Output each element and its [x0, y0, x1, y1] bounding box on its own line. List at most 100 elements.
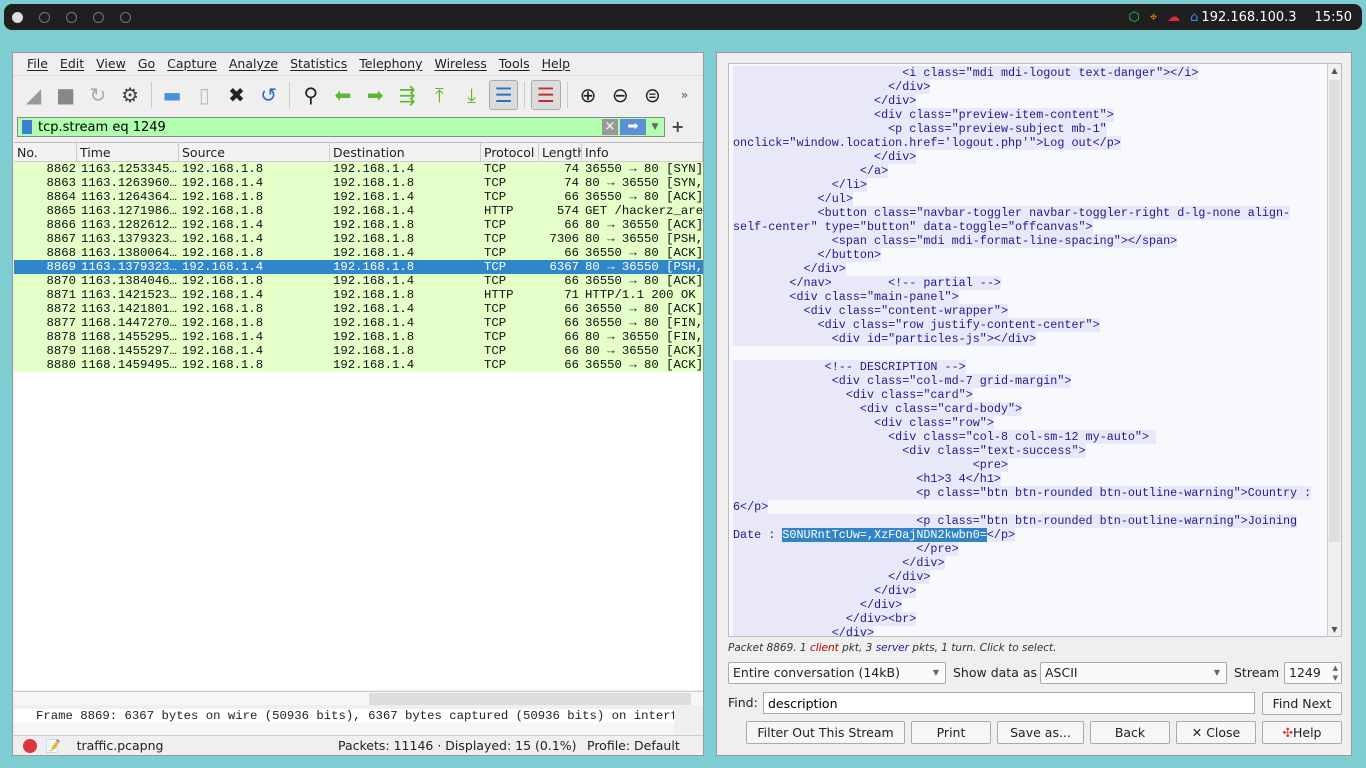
packet-row[interactable]: 8867 1163.1379323… 192.168.1.4 192.168.1.8 T… — [14, 232, 703, 246]
file-icon[interactable]: ▯ — [190, 80, 219, 110]
stream-number-spinner[interactable]: 1249 ▲ ▼ — [1284, 662, 1342, 684]
packet-row[interactable]: 8865 1163.1271986… 192.168.1.8 192.168.1.4 H… — [14, 204, 703, 218]
last-packet-icon[interactable]: ⤓ — [457, 80, 486, 110]
column-header-protocol[interactable]: Protocol — [481, 143, 539, 161]
menu-edit[interactable]: Edit — [54, 56, 90, 71]
menu-bar: File Edit View Go Capture Analyze Statistics Te… — [13, 53, 703, 73]
menu-view[interactable]: View — [90, 56, 132, 71]
save-as-button[interactable]: Save as... — [997, 721, 1084, 744]
edit-comment-icon[interactable]: 📝 — [45, 738, 61, 754]
profile[interactable]: Profile: Default — [587, 738, 680, 753]
apply-filter-icon[interactable]: ➡ — [620, 119, 646, 135]
cube-icon[interactable]: ⬡ — [1128, 10, 1139, 25]
scroll-down-icon[interactable]: ▼ — [1328, 625, 1341, 634]
menu-go[interactable]: Go — [132, 56, 161, 71]
stream-content[interactable]: <i class="mdi mdi-logout text-danger"></… — [728, 63, 1342, 637]
display-filter-input[interactable] — [38, 119, 602, 135]
packet-row[interactable]: 8872 1163.1421801… 192.168.1.8 192.168.1.4 T… — [14, 302, 703, 316]
packet-row[interactable]: 8866 1163.1282612… 192.168.1.4 192.168.1.8 T… — [14, 218, 703, 232]
help-button[interactable]: ✣Help — [1262, 721, 1342, 744]
autoscroll-icon[interactable]: ☰ — [489, 79, 519, 110]
shark-fin-start-icon[interactable]: ◢ — [19, 80, 48, 110]
forward-arrow-icon[interactable]: ➡ — [361, 80, 390, 110]
zoom-in-icon[interactable]: ⊕ — [573, 80, 602, 110]
cell-destination: 192.168.1.8 — [333, 218, 415, 232]
show-data-select[interactable]: ASCII ▼ — [1040, 662, 1227, 684]
status-bar: 📝 traffic.pcapng Packets: 11146 · Displa… — [13, 735, 703, 755]
packet-row[interactable]: 8863 1163.1263960… 192.168.1.4 192.168.1.8 T… — [14, 176, 703, 190]
find-input[interactable] — [763, 692, 1255, 714]
workspace-5[interactable] — [120, 12, 131, 23]
cell-destination: 192.168.1.8 — [333, 176, 415, 190]
crosshair-icon[interactable]: ⌖ — [1150, 10, 1157, 25]
reload-file-icon[interactable]: ↺ — [254, 80, 283, 110]
zoom-reset-icon[interactable]: ⊜ — [638, 80, 667, 110]
column-header-source[interactable]: Source — [179, 143, 330, 161]
back-arrow-icon[interactable]: ⬅ — [328, 80, 357, 110]
menu-statistics[interactable]: Statistics — [284, 56, 353, 71]
workspace-1[interactable] — [12, 12, 23, 23]
stop-icon[interactable]: ■ — [51, 80, 80, 110]
server-text: self-center" type="button" data-toggle="… — [733, 220, 1093, 234]
close-button[interactable]: ✕ Close — [1176, 721, 1256, 744]
packet-row[interactable]: 8878 1168.1455295… 192.168.1.4 192.168.1.8 T… — [14, 330, 703, 344]
colorize-icon[interactable]: ☰ — [531, 79, 561, 110]
packet-row[interactable]: 8862 1163.1253345… 192.168.1.8 192.168.1.4 T… — [14, 162, 703, 176]
packet-row[interactable]: 8879 1168.1455297… 192.168.1.4 192.168.1.8 T… — [14, 344, 703, 358]
cell-info: HTTP/1.1 200 OK — [585, 288, 696, 302]
close-file-icon[interactable]: ✖ — [222, 80, 251, 110]
stream-summary[interactable]: Packet 8869. 1 client pkt, 3 server pkts… — [728, 642, 1057, 654]
folder-icon[interactable]: ▬ — [158, 80, 187, 110]
expert-info-icon[interactable] — [23, 738, 37, 753]
goto-packet-icon[interactable]: ⇶ — [393, 80, 422, 110]
restart-icon[interactable]: ↻ — [83, 80, 112, 110]
selected-text: S0NURntTcUw=,XzFOajNDN2kwbn0= — [782, 528, 987, 542]
server-text: <pre> — [733, 458, 1008, 472]
column-header-length[interactable]: Length — [539, 143, 582, 161]
packet-detail-row[interactable]: Frame 8869: 6367 bytes on wire (50936 bi… — [14, 709, 674, 723]
workspace-3[interactable] — [66, 12, 77, 23]
print-button[interactable]: Print — [911, 721, 991, 744]
workspace-4[interactable] — [93, 12, 104, 23]
column-header-time[interactable]: Time — [77, 143, 179, 161]
menu-tools[interactable]: Tools — [493, 56, 536, 71]
packet-row[interactable]: 8868 1163.1380064… 192.168.1.8 192.168.1.4 T… — [14, 246, 703, 260]
clear-filter-icon[interactable]: × — [602, 119, 618, 135]
menu-wireless[interactable]: Wireless — [428, 56, 492, 71]
packet-row[interactable]: 8869 1163.1379323… 192.168.1.4 192.168.1.8 T… — [14, 260, 703, 274]
bookmark-icon[interactable] — [22, 120, 32, 134]
packet-row[interactable]: 8871 1163.1421523… 192.168.1.4 192.168.1.8 H… — [14, 288, 703, 302]
horizontal-scrollbar[interactable] — [14, 691, 703, 705]
filter-out-stream-button[interactable]: Filter Out This Stream — [746, 721, 905, 744]
first-packet-icon[interactable]: ⤒ — [425, 80, 454, 110]
find-next-button[interactable]: Find Next — [1262, 692, 1342, 715]
chevron-down-icon[interactable]: ▼ — [646, 122, 664, 132]
column-header-no[interactable]: No. — [14, 143, 77, 161]
column-header-destination[interactable]: Destination — [330, 143, 481, 161]
scroll-up-icon[interactable]: ▲ — [1328, 66, 1341, 75]
workspace-2[interactable] — [39, 12, 50, 23]
more-icon[interactable]: » — [670, 80, 699, 110]
column-header-info[interactable]: Info — [582, 143, 703, 161]
menu-capture[interactable]: Capture — [161, 56, 223, 71]
menu-telephony[interactable]: Telephony — [353, 56, 428, 71]
menu-analyze[interactable]: Analyze — [223, 56, 284, 71]
menu-file[interactable]: File — [21, 56, 54, 71]
vertical-scrollbar[interactable]: ▲ ▼ — [1327, 64, 1341, 636]
cell-no: 8870 — [46, 274, 76, 288]
back-button[interactable]: Back — [1090, 721, 1170, 744]
packet-row[interactable]: 8880 1168.1459495… 192.168.1.8 192.168.1.4 T… — [14, 358, 703, 372]
conversation-select[interactable]: Entire conversation (14kB) ▼ — [728, 662, 946, 684]
cell-no: 8863 — [46, 176, 76, 190]
gear-icon[interactable]: ⚙ — [115, 80, 144, 110]
add-filter-button[interactable]: + — [671, 117, 684, 136]
menu-help[interactable]: Help — [536, 56, 577, 71]
server-text: <div class="row justify-content-center"> — [733, 318, 1100, 332]
zoom-out-icon[interactable]: ⊖ — [606, 80, 635, 110]
detail-scrollbar[interactable] — [14, 723, 674, 735]
packet-row[interactable]: 8870 1163.1384046… 192.168.1.8 192.168.1.4 T… — [14, 274, 703, 288]
search-icon[interactable]: ⚲ — [296, 80, 325, 110]
cloud-icon[interactable]: ☁ — [1167, 10, 1180, 25]
packet-row[interactable]: 8877 1168.1447270… 192.168.1.8 192.168.1.4 T… — [14, 316, 703, 330]
packet-row[interactable]: 8864 1163.1264364… 192.168.1.8 192.168.1.4 T… — [14, 190, 703, 204]
